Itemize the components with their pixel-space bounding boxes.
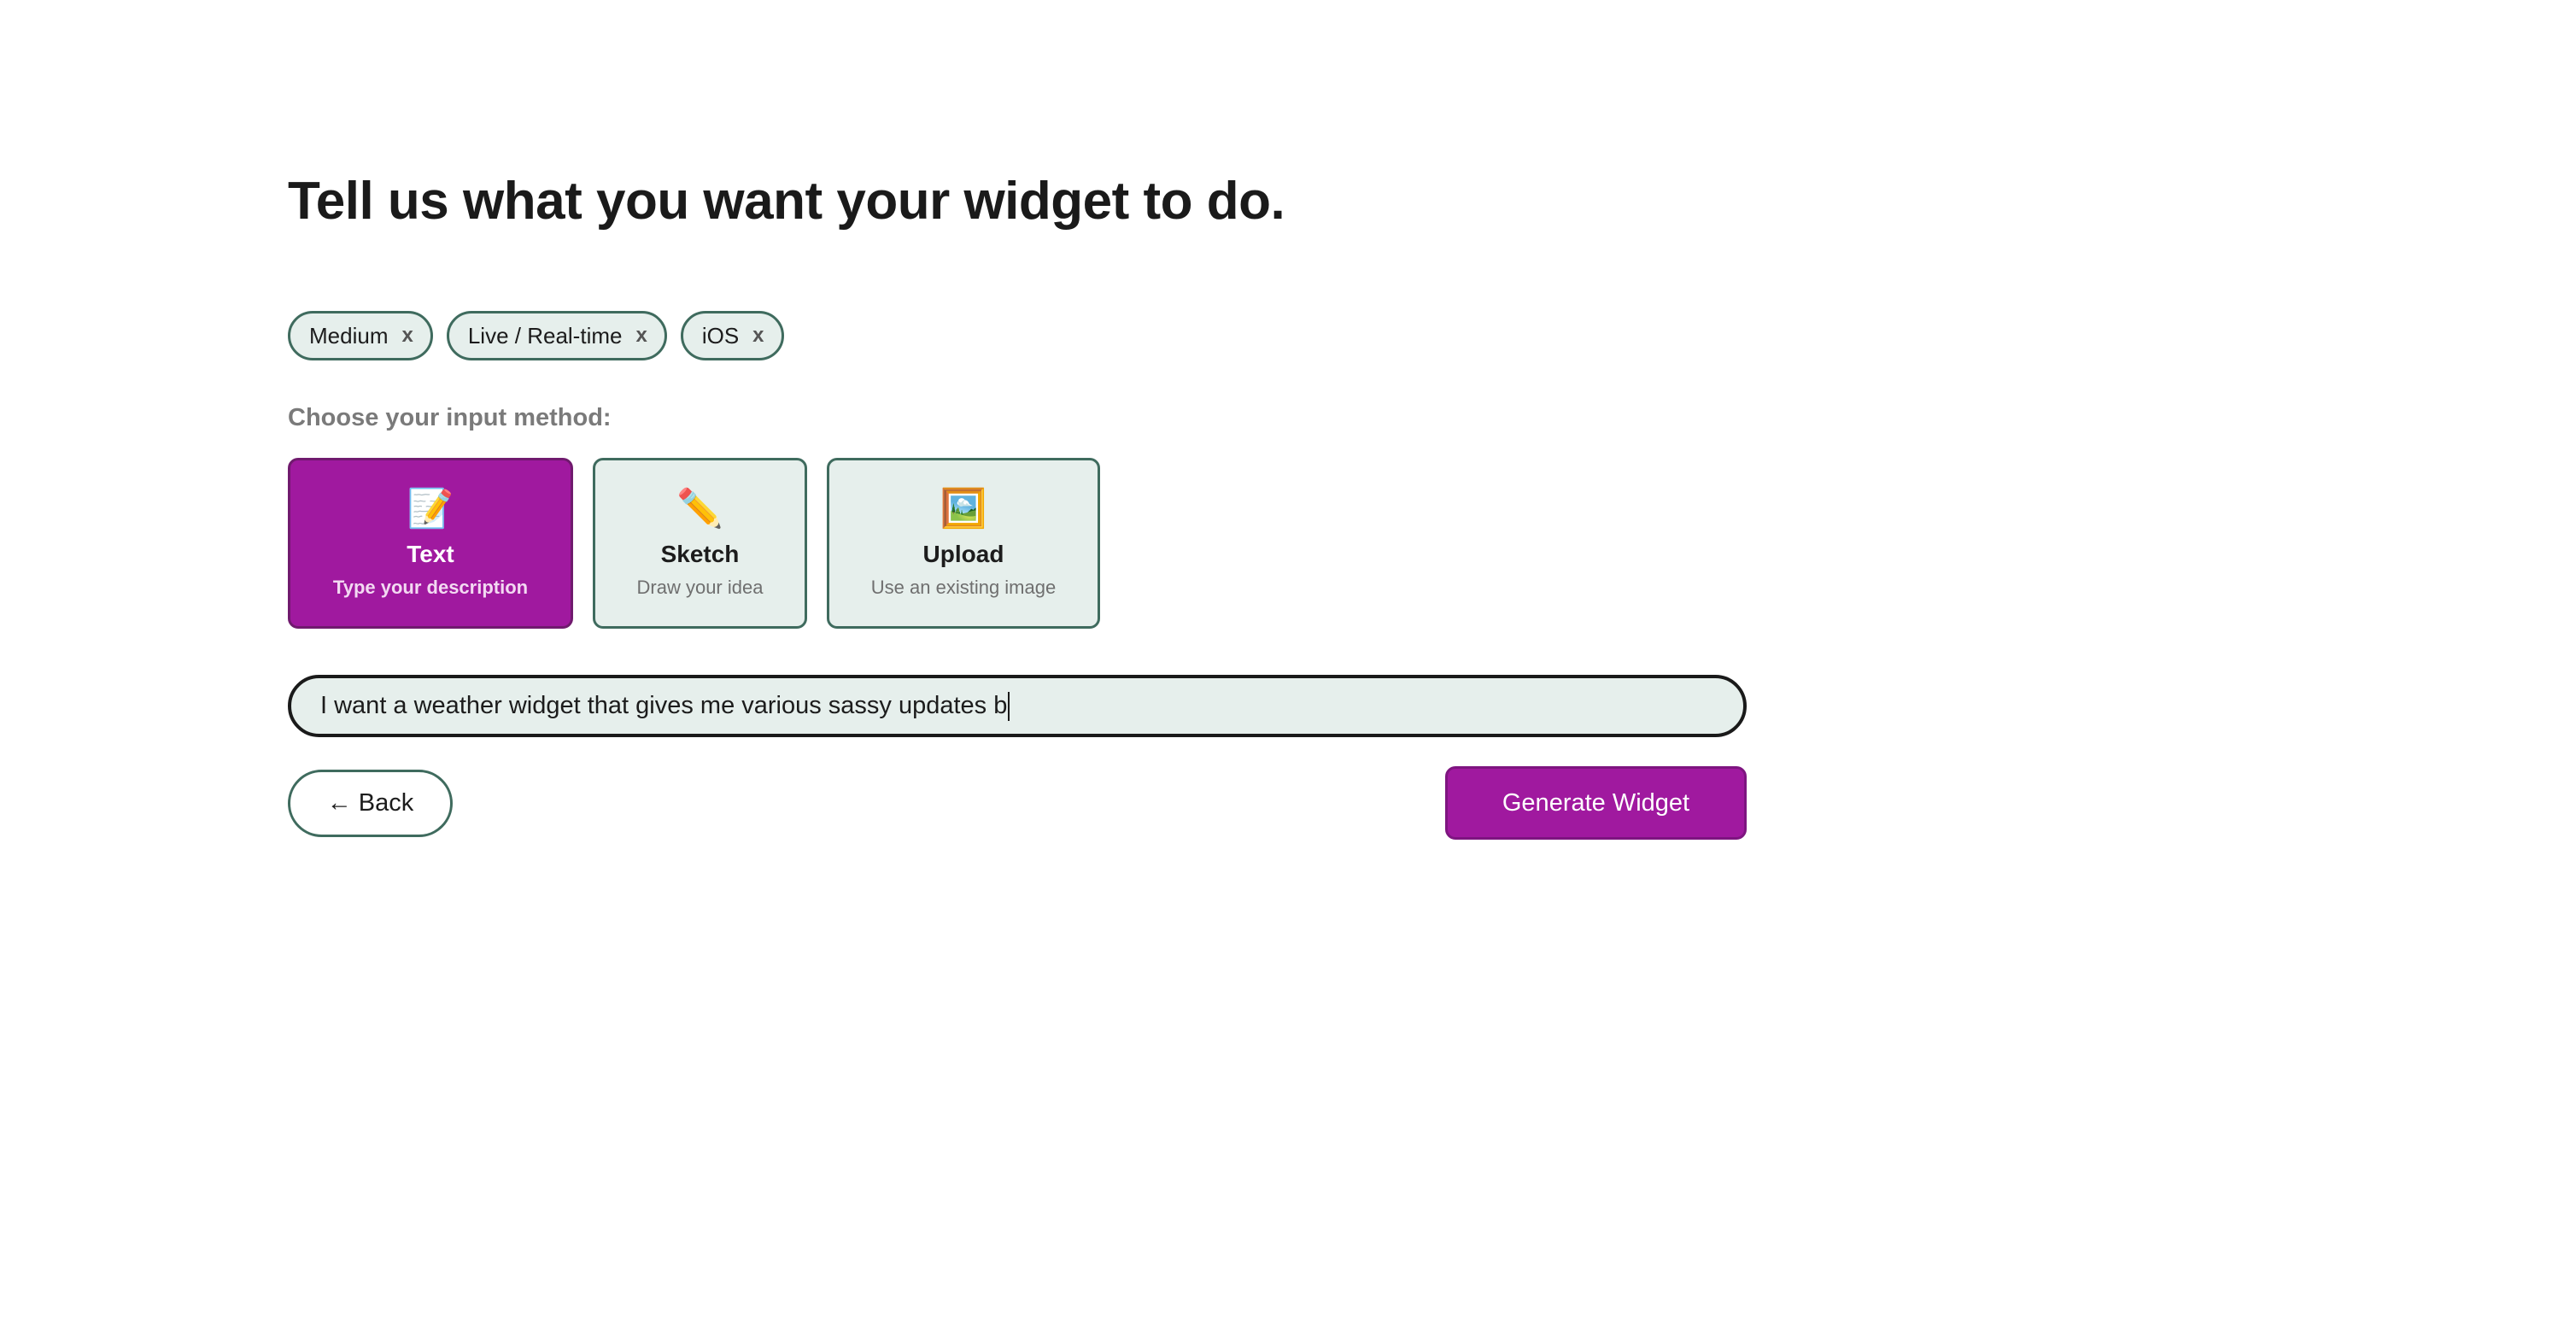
remove-chip-icon[interactable]: x <box>401 324 413 348</box>
method-description: Use an existing image <box>870 577 1057 598</box>
method-sketch-option[interactable]: ✏️ Sketch Draw your idea <box>593 458 807 629</box>
chip-live-real-time[interactable]: Live / Real-time x <box>446 311 667 360</box>
remove-chip-icon[interactable]: x <box>752 324 764 348</box>
generate-widget-button[interactable]: Generate Widget <box>1445 766 1747 840</box>
method-name: Text <box>407 541 454 567</box>
remove-chip-icon[interactable]: x <box>635 324 647 348</box>
chip-medium[interactable]: Medium x <box>288 311 433 360</box>
back-button[interactable]: ← Back <box>288 770 453 837</box>
chip-ios[interactable]: iOS x <box>680 311 784 360</box>
description-value: I want a weather widget that gives me va… <box>320 692 1008 719</box>
widget-builder-page: Tell us what you want your widget to do.… <box>0 0 2576 1324</box>
memo-icon: 📝 <box>407 488 454 530</box>
method-upload-option[interactable]: 🖼️ Upload Use an existing image <box>827 458 1100 629</box>
chip-label: Medium <box>309 322 389 349</box>
method-name: Upload <box>922 541 1004 567</box>
text-caret <box>1008 691 1010 721</box>
pencil-icon: ✏️ <box>676 488 723 530</box>
chip-label: iOS <box>701 322 740 349</box>
selected-filters: Medium x Live / Real-time x iOS x <box>288 311 784 360</box>
widget-description-input[interactable]: I want a weather widget that gives me va… <box>288 675 1747 737</box>
method-name: Sketch <box>660 541 740 567</box>
framed-picture-icon: 🖼️ <box>940 488 987 530</box>
method-description: Type your description <box>332 577 529 598</box>
method-text-option[interactable]: 📝 Text Type your description <box>288 458 573 629</box>
chip-label: Live / Real-time <box>467 322 623 349</box>
input-method-label: Choose your input method: <box>288 404 612 431</box>
method-description: Draw your idea <box>636 577 764 598</box>
page-title: Tell us what you want your widget to do. <box>288 172 1285 231</box>
